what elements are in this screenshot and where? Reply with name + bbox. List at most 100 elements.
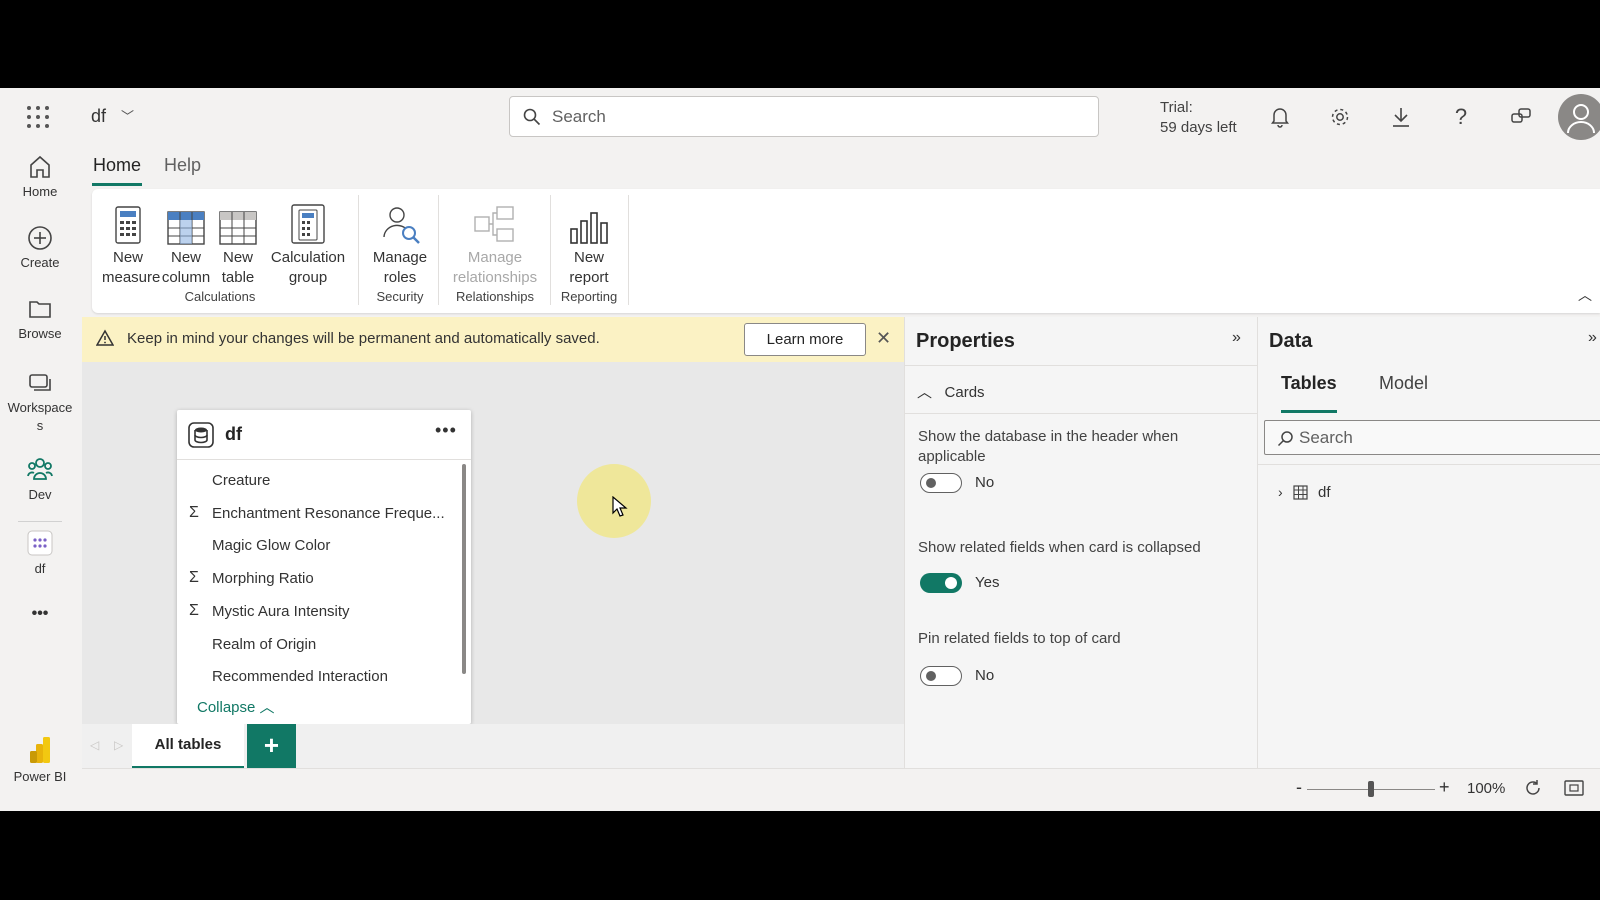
close-icon[interactable]: ✕ [876, 328, 891, 349]
pin-related-fields-state: No [975, 667, 995, 684]
card-scrollbar[interactable] [462, 464, 466, 674]
tab-tables[interactable]: Tables [1281, 373, 1337, 413]
field-row[interactable]: Σ Enchantment Resonance Freque... [177, 497, 457, 529]
ribbon-collapse-chevron-up-icon[interactable]: ︿ [1578, 285, 1592, 305]
scroll-right-icon[interactable]: ▷ [114, 738, 123, 752]
workspaces-icon [0, 369, 80, 395]
group-security-label: Security [376, 289, 424, 304]
new-report-button[interactable]: New report [556, 199, 622, 288]
reset-layout-icon[interactable] [1524, 779, 1542, 802]
model-canvas[interactable]: df ••• Creature Σ Enchantment Resonance Fr… [82, 362, 904, 724]
tab-help[interactable]: Help [163, 148, 202, 186]
properties-pane: Properties » ︿ Cards Show the database i… [904, 317, 1259, 768]
pin-related-fields-toggle[interactable] [920, 666, 962, 686]
add-layout-button[interactable]: + [247, 724, 296, 768]
field-name: Morphing Ratio [212, 570, 314, 588]
tab-all-tables[interactable]: All tables [132, 724, 244, 768]
fit-to-screen-icon[interactable] [1564, 779, 1584, 802]
search-input[interactable] [552, 105, 1072, 129]
tab-model[interactable]: Model [1379, 373, 1428, 413]
chevron-up-icon: ︿ [917, 384, 933, 401]
collapse-link[interactable]: Collapse ︿ [197, 696, 275, 717]
data-search[interactable] [1264, 420, 1600, 455]
ribbon-divider [438, 195, 439, 305]
zoom-out-button[interactable]: - [1296, 777, 1302, 798]
rail-item-df[interactable]: df [0, 529, 80, 576]
field-row[interactable]: Creature [177, 464, 457, 496]
rail-label-workspaces: Workspaces [7, 400, 73, 433]
gear-icon[interactable] [1326, 103, 1354, 131]
folder-icon [0, 296, 80, 322]
new-column-label: New column [161, 249, 211, 286]
table-grid-icon [1293, 485, 1308, 504]
table-column-icon [160, 199, 212, 245]
table-tree-item[interactable]: › df [1278, 484, 1331, 504]
new-column-button[interactable]: New column [160, 199, 212, 288]
manage-roles-button[interactable]: Manage roles [368, 199, 432, 288]
trial-label: Trial: [1160, 99, 1193, 116]
trial-status[interactable]: Trial: 59 days left [1160, 98, 1237, 138]
help-icon[interactable]: ? [1447, 103, 1475, 131]
tab-home[interactable]: Home [92, 148, 143, 186]
cards-section-header[interactable]: ︿ Cards [917, 381, 985, 402]
relationships-icon [444, 199, 546, 245]
table-card[interactable]: df ••• Creature Σ Enchantment Resonance Fr… [177, 410, 471, 724]
new-table-button[interactable]: New table [216, 199, 260, 288]
field-row[interactable]: Magic Glow Color [177, 529, 457, 561]
rail-item-browse[interactable]: Browse [0, 296, 80, 341]
expand-pane-icon[interactable]: » [1232, 329, 1241, 347]
warning-icon [95, 329, 115, 352]
top-bar: df ﹀ Trial: 59 days left ? [0, 88, 1600, 145]
avatar[interactable] [1558, 94, 1600, 140]
expand-pane-icon[interactable]: » [1588, 329, 1597, 347]
divider [1258, 464, 1600, 465]
group-reporting-label: Reporting [560, 289, 618, 304]
learn-more-button[interactable]: Learn more [744, 323, 866, 356]
user-icon [1567, 104, 1595, 134]
rail-label-browse: Browse [18, 326, 62, 341]
ribbon: New measure New column New table Calcula… [92, 189, 1600, 313]
more-options-icon[interactable]: ••• [435, 420, 457, 441]
manage-relationships-button[interactable]: Manage relationships [444, 199, 546, 288]
manage-roles-label: Manage roles [372, 249, 428, 286]
show-database-toggle[interactable] [920, 473, 962, 493]
global-search[interactable] [509, 96, 1099, 137]
chevron-up-icon: ︿ [259, 699, 275, 716]
field-row[interactable]: Σ Morphing Ratio [177, 562, 457, 594]
rail-item-home[interactable]: Home [0, 154, 80, 199]
workspace-name[interactable]: df [91, 106, 106, 127]
rail-label-create: Create [20, 255, 60, 270]
rail-more-button[interactable]: ••• [0, 605, 80, 623]
banner-message: Keep in mind your changes will be perman… [127, 330, 600, 347]
scroll-left-icon[interactable]: ◁ [90, 738, 99, 752]
rail-item-dev[interactable]: Dev [0, 455, 80, 502]
chevron-down-icon[interactable]: ﹀ [121, 106, 134, 125]
rail-brand[interactable]: Power BI [0, 735, 80, 784]
people-icon [0, 455, 80, 483]
rail-item-create[interactable]: Create [0, 225, 80, 270]
zoom-slider-thumb[interactable] [1368, 781, 1374, 797]
field-row[interactable]: Σ Mystic Aura Intensity [177, 595, 457, 627]
download-icon[interactable] [1387, 103, 1415, 131]
sigma-icon: Σ [189, 601, 199, 619]
bar-chart-icon [556, 199, 622, 245]
rail-label-power-bi: Power BI [13, 769, 67, 784]
field-row[interactable]: Recommended Interaction [177, 660, 457, 692]
diagram-tabs-bar: ◁ ▷ All tables + [82, 724, 904, 768]
zoom-in-button[interactable]: + [1439, 777, 1450, 798]
calculation-group-button[interactable]: Calculation group [268, 199, 348, 288]
table-card-header[interactable]: df ••• [177, 410, 471, 460]
sigma-icon: Σ [189, 503, 199, 521]
zoom-level: 100% [1467, 780, 1506, 797]
field-row[interactable]: Realm of Origin [177, 628, 457, 660]
show-related-fields-toggle[interactable] [920, 573, 962, 593]
calculator-icon [102, 199, 154, 245]
mouse-pointer-icon [612, 495, 628, 523]
data-search-input[interactable] [1299, 427, 1589, 449]
app-launcher-icon[interactable] [27, 106, 49, 128]
bell-icon[interactable] [1266, 103, 1294, 131]
rail-item-workspaces[interactable]: Workspaces [0, 369, 80, 435]
calculation-group-label: Calculation group [270, 249, 346, 286]
new-measure-button[interactable]: New measure [102, 199, 160, 288]
feedback-icon[interactable] [1507, 103, 1535, 131]
